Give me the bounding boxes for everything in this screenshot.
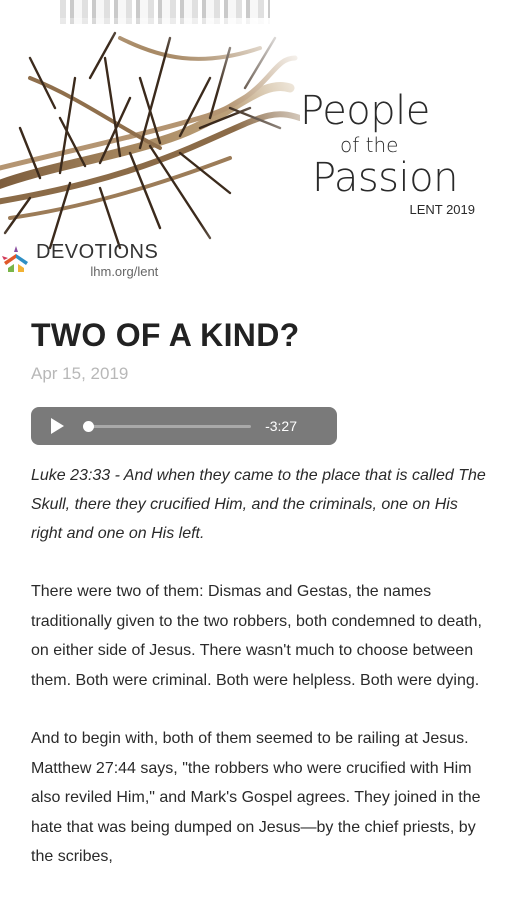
article-content: TWO OF A KIND? Apr 15, 2019 -3:27 Luke 2… xyxy=(31,312,486,872)
title-line-people: People xyxy=(300,88,430,134)
header-banner: People of the Passion LENT 2019 DEVOTION… xyxy=(0,0,507,290)
scripture-verse: Luke 23:33 - And when they came to the p… xyxy=(31,467,486,542)
title-line-passion: Passion xyxy=(312,155,458,201)
devotions-brand: DEVOTIONS lhm.org/lent xyxy=(0,240,158,282)
lhm-logo-icon xyxy=(2,246,28,272)
article-date: Apr 15, 2019 xyxy=(31,364,129,383)
audio-player: -3:27 xyxy=(31,407,337,445)
audio-time-remaining: -3:27 xyxy=(265,418,297,434)
article-paragraph: There were two of them: Dismas and Gesta… xyxy=(31,583,482,689)
article-title: TWO OF A KIND? xyxy=(31,317,300,353)
play-icon[interactable] xyxy=(51,418,64,434)
crown-of-thorns-image xyxy=(0,18,300,258)
title-line-of-the: of the xyxy=(340,133,399,157)
series-subtitle: LENT 2019 xyxy=(409,202,475,217)
devotions-url[interactable]: lhm.org/lent xyxy=(90,264,158,279)
audio-progress-track[interactable] xyxy=(89,425,251,428)
series-title: People of the Passion LENT 2019 xyxy=(300,88,485,217)
article-paragraph: And to begin with, both of them seemed t… xyxy=(31,730,481,865)
devotions-label: DEVOTIONS xyxy=(36,241,159,263)
audio-scrubber-thumb[interactable] xyxy=(83,421,94,432)
